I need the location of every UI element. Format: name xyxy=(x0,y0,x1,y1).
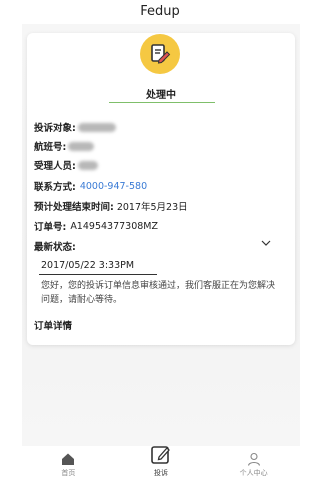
tab-home[interactable]: 首页 xyxy=(22,446,115,480)
complaint-target-label: 投诉对象: xyxy=(34,123,76,134)
order-detail-link[interactable]: 订单详情 xyxy=(34,318,72,332)
bottom-tab-bar: 首页 投诉 个人中心 xyxy=(22,446,300,480)
tab-home-label: 首页 xyxy=(61,469,76,477)
redacted-value xyxy=(77,122,116,132)
user-icon xyxy=(247,452,260,466)
redacted-value xyxy=(77,160,98,170)
latest-update-message: 您好，您的投诉订单信息审核通过，我们客服正在为您解决问题，请耐心等待。 xyxy=(41,281,276,305)
latest-status-label: 最新状态: xyxy=(34,242,76,253)
chevron-down-icon[interactable] xyxy=(261,238,271,248)
contact-row: 联系方式: 4000-947-580 xyxy=(34,179,147,194)
contact-label: 联系方式: xyxy=(34,182,76,193)
status-divider xyxy=(109,102,215,103)
status-text: 处理中 xyxy=(146,90,176,101)
app-title: Fedup xyxy=(140,4,180,19)
tab-complaint-label: 投诉 xyxy=(154,469,168,477)
order-no-row: 订单号: A14954377308MZ xyxy=(34,219,159,234)
update-time-underline xyxy=(39,274,157,275)
handler-row: 受理人员: xyxy=(34,158,98,172)
redacted-value xyxy=(68,141,95,151)
home-icon xyxy=(62,453,75,465)
tab-profile[interactable]: 个人中心 xyxy=(207,446,300,480)
handler-label: 受理人员: xyxy=(34,161,76,172)
app-screen: Fedup 处理中 投诉对象: 航班号: 受理人员: 联系方式: 4000-94 xyxy=(0,0,320,480)
tab-profile-label: 个人中心 xyxy=(239,469,268,477)
tab-complaint[interactable]: 投诉 xyxy=(115,446,208,480)
latest-update-time: 2017/05/22 3:33PM xyxy=(41,260,135,271)
flight-no-label: 航班号: xyxy=(34,142,67,153)
order-no-label: 订单号: xyxy=(34,222,67,233)
eta-value: 2017年5月23日 xyxy=(116,202,188,213)
order-no-value: A14954377308MZ xyxy=(70,220,159,232)
eta-label: 预计处理结束时间: xyxy=(34,202,114,213)
complaint-target-row: 投诉对象: xyxy=(34,120,116,134)
eta-row: 预计处理结束时间: 2017年5月23日 xyxy=(34,199,188,213)
contact-phone-link[interactable]: 4000-947-580 xyxy=(80,181,147,192)
complaint-status-card: 处理中 投诉对象: 航班号: 受理人员: 联系方式: 4000-947-580 … xyxy=(27,33,295,345)
pencil-document-icon xyxy=(140,34,180,74)
flight-no-row: 航班号: xyxy=(34,139,95,153)
edit-icon xyxy=(151,446,170,464)
latest-status-row[interactable]: 最新状态: xyxy=(34,239,76,253)
